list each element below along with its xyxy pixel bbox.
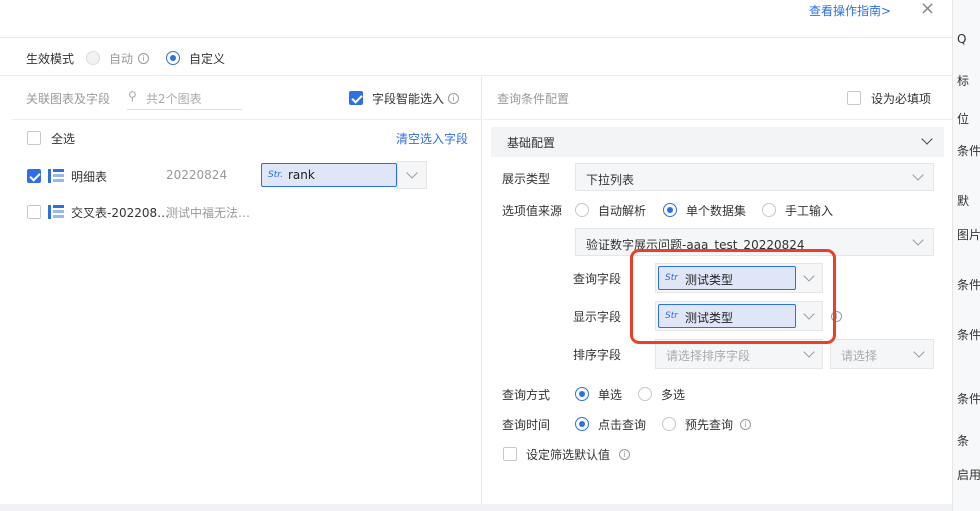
radio-single-select[interactable] bbox=[575, 387, 589, 401]
side-item: 位 bbox=[957, 112, 970, 126]
sort-field-placeholder: 请选择排序字段 bbox=[666, 349, 751, 363]
sort-order-placeholder: 请选择 bbox=[841, 349, 878, 363]
linked-charts-title: 关联图表及字段 bbox=[26, 92, 111, 106]
linked-charts-panel: 关联图表及字段 ⚲ 共2个图表 字段智能选入 i 全选 清空选入字段 明细表 2… bbox=[12, 77, 482, 511]
basic-config-title: 基础配置 bbox=[507, 136, 556, 150]
guide-link[interactable]: 查看操作指南> bbox=[809, 2, 891, 19]
chart-name: 明细表 bbox=[71, 170, 108, 184]
query-time-option: 预先查询 bbox=[685, 418, 734, 432]
display-type-select[interactable]: 下拉列表 bbox=[575, 163, 934, 191]
search-placeholder: 共2个图表 bbox=[146, 92, 202, 106]
chevron-down-icon bbox=[912, 234, 924, 246]
radio-auto-parse[interactable] bbox=[575, 203, 589, 217]
chart-note: 测试中福无法… bbox=[166, 206, 251, 220]
query-field-label: 查询字段 bbox=[573, 272, 622, 286]
side-item: 默 bbox=[957, 194, 970, 208]
chart-date: 20220824 bbox=[166, 168, 228, 182]
radio-multi-select[interactable] bbox=[638, 387, 652, 401]
field-dropdown[interactable] bbox=[397, 161, 427, 189]
info-icon: i bbox=[448, 93, 459, 104]
side-item: 条 bbox=[957, 434, 970, 448]
smart-select-label: 字段智能选入 bbox=[372, 92, 445, 106]
table-icon bbox=[48, 205, 64, 219]
query-time-option: 点击查询 bbox=[598, 418, 647, 432]
select-all-checkbox[interactable] bbox=[27, 131, 41, 145]
radio-pre-query[interactable] bbox=[662, 417, 676, 431]
modal-header: 查看操作指南> × bbox=[0, 0, 952, 38]
radio-single-dataset[interactable] bbox=[663, 203, 677, 217]
chevron-down-icon bbox=[921, 133, 933, 145]
modal-footer-edge bbox=[0, 504, 952, 511]
side-item: 启用风 bbox=[957, 468, 980, 482]
clear-fields-link[interactable]: 清空选入字段 bbox=[396, 130, 468, 147]
divider bbox=[12, 119, 481, 120]
smart-select-checkbox[interactable] bbox=[349, 91, 363, 105]
chart-name: 交叉表-202208… bbox=[71, 206, 170, 220]
radio-auto[interactable] bbox=[86, 51, 100, 65]
display-field-label: 显示字段 bbox=[573, 310, 622, 324]
field-tag[interactable]: Str. rank bbox=[261, 163, 397, 187]
info-icon: i bbox=[138, 53, 149, 64]
radio-custom[interactable] bbox=[166, 51, 180, 65]
right-side-panel: Q 标 位 条件在 默 图片高 条件排 条件 条件间 条 启用风 bbox=[952, 0, 980, 511]
chart-checkbox-cross[interactable] bbox=[27, 205, 41, 219]
display-type-label: 展示类型 bbox=[502, 172, 551, 186]
info-icon: i bbox=[740, 419, 751, 430]
query-mode-option: 单选 bbox=[598, 388, 623, 402]
source-label: 选项值来源 bbox=[502, 204, 563, 218]
source-option-label: 单个数据集 bbox=[686, 204, 747, 218]
side-item: 条件 bbox=[957, 328, 980, 342]
info-icon: i bbox=[619, 449, 630, 460]
chevron-down-icon bbox=[912, 169, 924, 181]
chart-search-input[interactable]: ⚲ 共2个图表 bbox=[127, 85, 242, 110]
side-item: 图片高 bbox=[957, 228, 980, 242]
display-type-value: 下拉列表 bbox=[586, 173, 635, 187]
select-all-label: 全选 bbox=[51, 132, 76, 146]
divider bbox=[483, 119, 952, 120]
required-label: 设为必填项 bbox=[871, 92, 932, 106]
search-icon[interactable]: Q bbox=[957, 32, 966, 46]
query-time-label: 查询时间 bbox=[502, 418, 551, 432]
highlight-annotation bbox=[630, 249, 836, 344]
side-item: 条件排 bbox=[957, 278, 980, 292]
side-item: 条件在 bbox=[957, 144, 980, 158]
mode-row: 生效模式 自动 i 自定义 bbox=[0, 38, 952, 76]
radio-click-query[interactable] bbox=[575, 417, 589, 431]
sort-field-label: 排序字段 bbox=[573, 348, 622, 362]
radio-manual-input[interactable] bbox=[762, 203, 776, 217]
query-config-modal: 查看操作指南> × 生效模式 自动 i 自定义 关联图表及字段 ⚲ 共2个图表 … bbox=[0, 0, 952, 511]
default-value-label: 设定筛选默认值 bbox=[526, 448, 611, 462]
required-checkbox[interactable] bbox=[847, 91, 861, 105]
source-option-label: 自动解析 bbox=[598, 204, 647, 218]
source-option-label: 手工输入 bbox=[785, 204, 834, 218]
close-icon[interactable]: × bbox=[920, 0, 935, 19]
search-icon: ⚲ bbox=[128, 89, 137, 103]
field-tag-label: rank bbox=[288, 168, 315, 182]
chevron-down-icon bbox=[406, 167, 418, 179]
string-type-icon: Str. bbox=[268, 170, 283, 180]
sort-order-select[interactable]: 请选择 bbox=[830, 339, 934, 369]
default-value-checkbox[interactable] bbox=[503, 447, 517, 461]
table-icon bbox=[48, 169, 64, 183]
basic-config-header[interactable]: 基础配置 bbox=[491, 127, 944, 157]
chevron-down-icon bbox=[803, 346, 815, 358]
query-mode-option: 多选 bbox=[661, 388, 686, 402]
mode-auto-label: 自动 bbox=[109, 52, 134, 66]
side-item: 条件间 bbox=[957, 392, 980, 406]
mode-label: 生效模式 bbox=[26, 52, 75, 66]
chart-checkbox-detail[interactable] bbox=[27, 169, 41, 183]
side-item: 标 bbox=[957, 74, 970, 88]
mode-custom-label: 自定义 bbox=[189, 52, 226, 66]
query-config-title: 查询条件配置 bbox=[497, 92, 570, 106]
chevron-down-icon bbox=[913, 346, 925, 358]
query-mode-label: 查询方式 bbox=[502, 388, 551, 402]
